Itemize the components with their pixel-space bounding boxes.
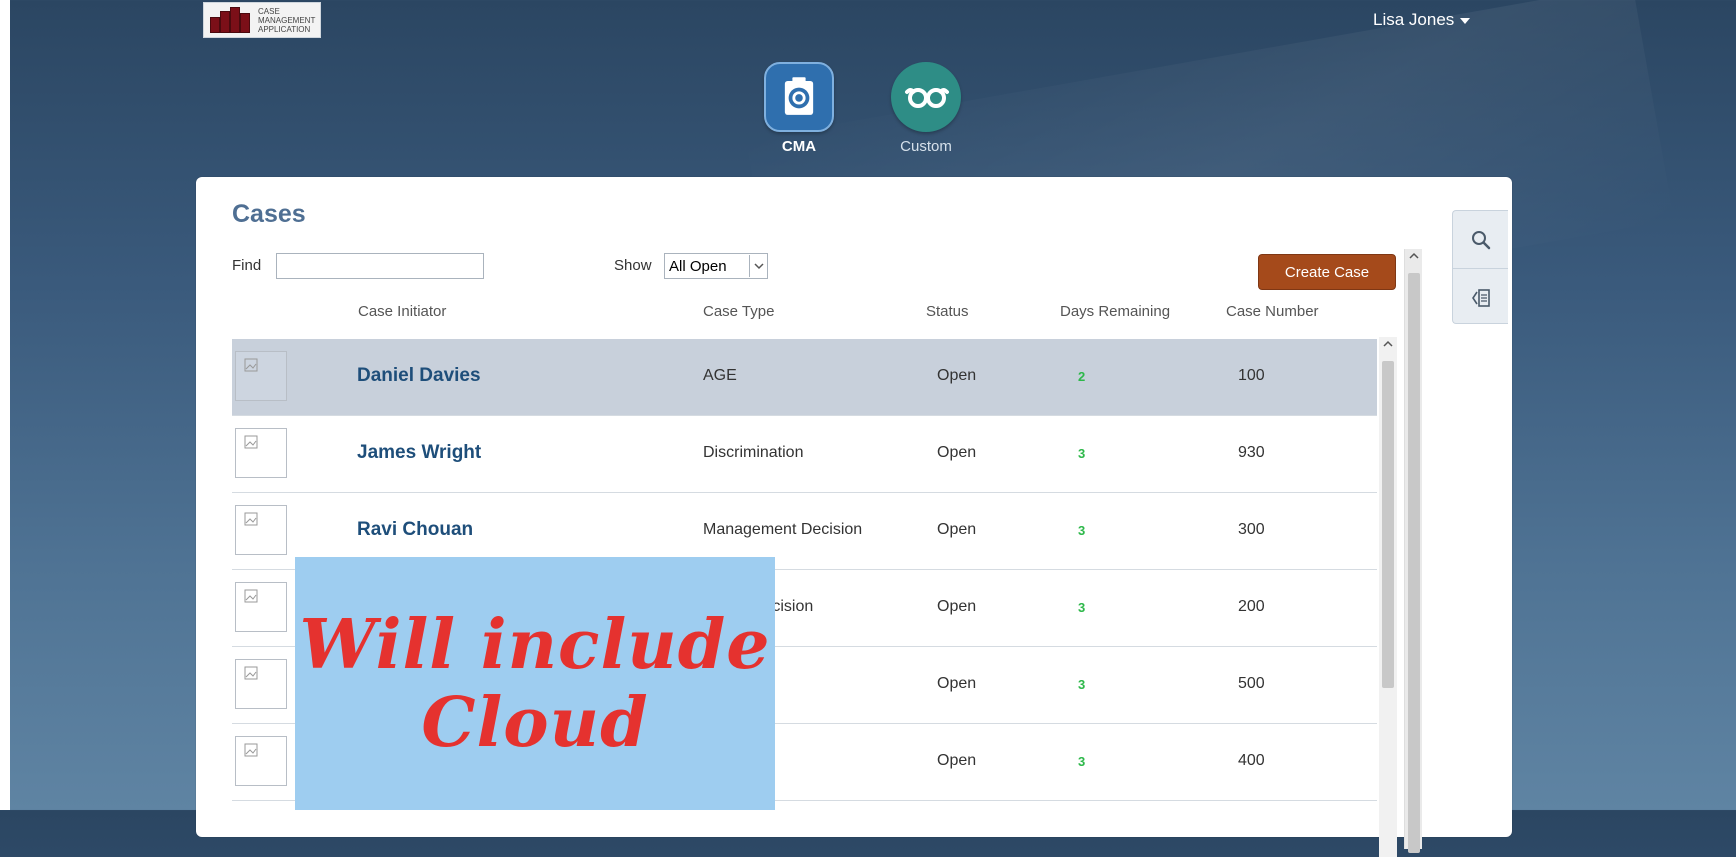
chevron-up-icon[interactable] [1405,249,1422,263]
app-label: Custom [900,138,952,155]
show-select[interactable]: All Open [664,253,768,279]
days-remaining: 3 [1078,600,1086,615]
find-label: Find [232,257,262,274]
days-remaining: 3 [1078,446,1086,461]
days-remaining: 3 [1078,677,1086,692]
avatar [235,428,287,478]
image-placeholder-icon [244,358,258,372]
side-toolbar [1452,210,1508,324]
table-row[interactable]: James Wright Discrimination Open 3 930 [232,416,1377,493]
case-initiator[interactable]: Daniel Davies [357,365,481,387]
days-remaining: 2 [1078,369,1086,384]
avatar [235,582,287,632]
table-scrollbar[interactable] [1379,337,1397,857]
search-button[interactable] [1453,211,1508,268]
case-status: Open [937,444,977,461]
case-number: 930 [1238,444,1265,461]
search-icon [1471,230,1490,249]
case-number: 500 [1238,675,1265,692]
app-tile-cma[interactable]: CMA [759,62,839,158]
days-remaining: 3 [1078,754,1086,769]
avatar [235,505,287,555]
scrollbar-thumb[interactable] [1408,273,1420,853]
panel-scrollbar[interactable] [1404,249,1422,853]
avatar [235,351,287,401]
note-line: Cloud [421,682,649,763]
case-number: 300 [1238,521,1265,538]
avatar [235,659,287,709]
column-header-number[interactable]: Case Number [1226,303,1319,320]
logo-text: CASE MANAGEMENT APPLICATION [258,7,315,34]
user-menu[interactable]: Lisa Jones [1373,10,1471,30]
note-line: Will include [299,604,771,685]
image-placeholder-icon [244,743,258,757]
overlay-note: Will include Cloud [295,557,775,810]
collapse-panel-button[interactable] [1453,268,1508,326]
column-header-type[interactable]: Case Type [703,303,774,320]
avatar [235,736,287,786]
app-logo[interactable]: CASE MANAGEMENT APPLICATION [203,2,321,38]
image-placeholder-icon [244,589,258,603]
chevron-down-icon [1460,18,1471,24]
user-name: Lisa Jones [1373,10,1455,29]
find-input[interactable] [276,253,484,279]
show-label: Show [614,257,652,274]
column-header-days[interactable]: Days Remaining [1060,303,1170,320]
case-status: Open [937,752,977,769]
case-number: 200 [1238,598,1265,615]
camera-icon [764,62,834,132]
page-title: Cases [232,200,306,228]
case-initiator[interactable]: James Wright [357,442,481,464]
image-placeholder-icon [244,666,258,680]
show-select-value: All Open [669,257,727,275]
chevron-up-icon[interactable] [1379,337,1397,351]
logo-line: CASE [258,6,280,16]
case-initiator[interactable]: Ravi Chouan [357,519,473,541]
logo-line: APPLICATION [258,24,311,34]
case-type: Management Decision [703,521,863,538]
column-header-status[interactable]: Status [926,303,969,320]
case-number: 100 [1238,367,1265,384]
logo-mark-icon [210,7,252,33]
days-remaining: 3 [1078,523,1086,538]
column-header-initiator[interactable]: Case Initiator [358,303,446,320]
glasses-icon [891,62,961,132]
case-status: Open [937,521,977,538]
case-status: Open [937,675,977,692]
case-type: Discrimination [703,444,804,461]
create-case-button[interactable]: Create Case [1258,254,1396,290]
case-number: 400 [1238,752,1265,769]
app-label: CMA [781,138,817,155]
image-placeholder-icon [244,435,258,449]
collapse-panel-icon [1471,288,1490,307]
app-tile-custom[interactable]: Custom [886,62,966,158]
image-placeholder-icon [244,512,258,526]
chevron-down-icon[interactable] [749,255,767,277]
case-status: Open [937,367,977,384]
table-row[interactable]: Daniel Davies AGE Open 2 100 [232,339,1377,416]
logo-line: MANAGEMENT [258,15,316,25]
case-status: Open [937,598,977,615]
scrollbar-thumb[interactable] [1382,361,1394,688]
case-type: AGE [703,367,737,384]
window-edge [0,0,10,810]
